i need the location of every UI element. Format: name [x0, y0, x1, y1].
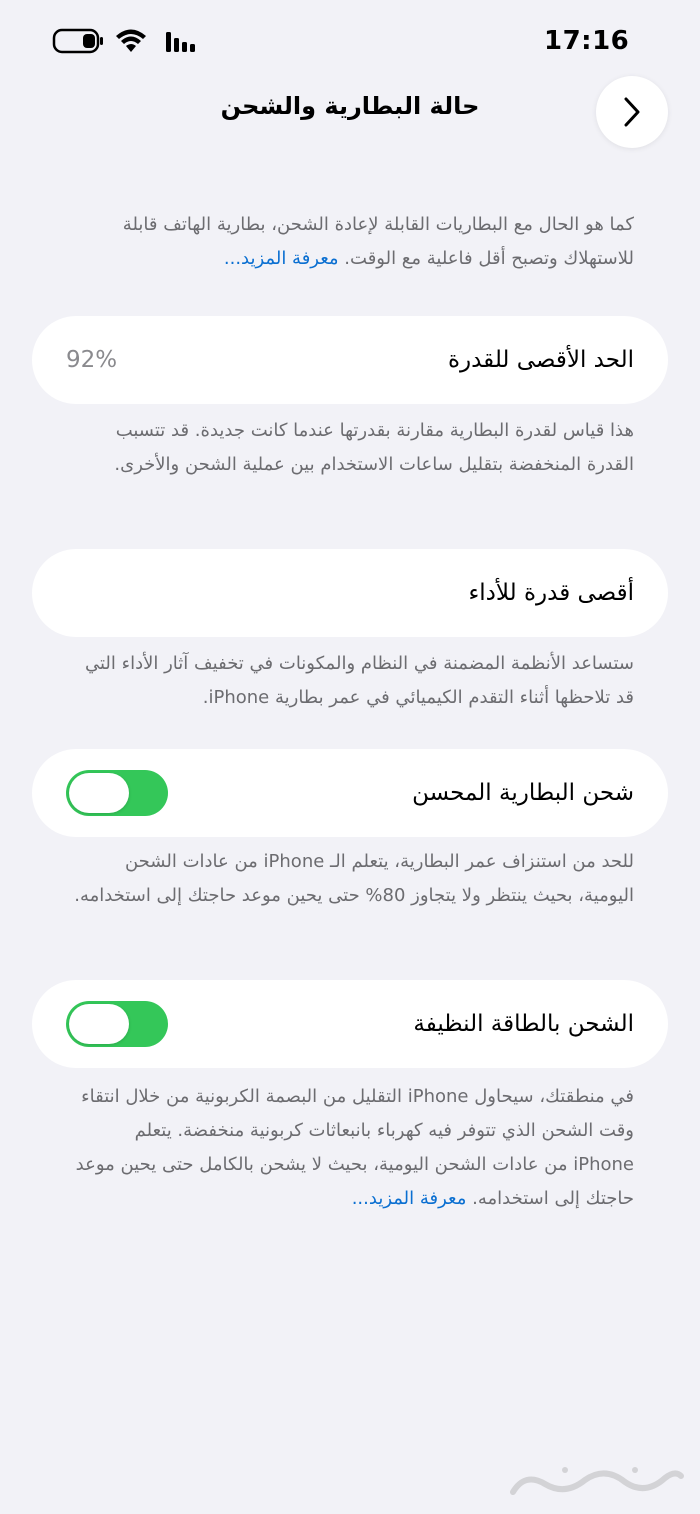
toggle-knob [69, 1004, 129, 1044]
peak-performance-row: أقصى قدرة للأداء [32, 549, 668, 637]
optimized-charging-label: شحن البطارية المحسن [412, 780, 634, 806]
clean-energy-toggle[interactable] [66, 1001, 168, 1047]
intro-description: كما هو الحال مع البطاريات القابلة لإعادة… [122, 214, 634, 269]
clean-energy-label: الشحن بالطاقة النظيفة [413, 1011, 634, 1037]
wifi-icon [116, 29, 146, 52]
status-icons [52, 28, 212, 58]
optimized-charging-toggle[interactable] [66, 770, 168, 816]
max-capacity-row: الحد الأقصى للقدرة 92% [32, 316, 668, 404]
toggle-knob [69, 773, 129, 813]
optimized-charging-description: للحد من استنزاف عمر البطارية، يتعلم الـ … [74, 851, 634, 906]
learn-more-link[interactable]: معرفة المزيد... [224, 248, 339, 269]
max-capacity-value: 92% [66, 347, 118, 373]
battery-icon [52, 28, 103, 54]
status-time: 17:16 [544, 26, 630, 56]
intro-text: كما هو الحال مع البطاريات القابلة لإعادة… [70, 208, 634, 276]
back-button[interactable] [596, 76, 668, 148]
max-capacity-label: الحد الأقصى للقدرة [447, 347, 634, 373]
status-bar: 17:16 [0, 0, 700, 80]
cellular-signal-icon [166, 32, 195, 52]
max-capacity-description: هذا قياس لقدرة البطارية مقارنة بقدرتها ع… [114, 420, 634, 475]
peak-performance-label: أقصى قدرة للأداء [468, 580, 634, 606]
chevron-right-icon [624, 97, 640, 127]
clean-energy-row: الشحن بالطاقة النظيفة [32, 980, 668, 1068]
clean-energy-description: في منطقتك، سيحاول iPhone التقليل من البص… [70, 1080, 634, 1216]
peak-performance-description: ستساعد الأنظمة المضمنة في النظام والمكون… [85, 653, 634, 708]
clean-energy-learn-more-link[interactable]: معرفة المزيد... [352, 1188, 467, 1209]
page-title: حالة البطارية والشحن [220, 92, 480, 120]
haraj-watermark-logo [510, 1467, 684, 1495]
optimized-charging-row: شحن البطارية المحسن [32, 749, 668, 837]
